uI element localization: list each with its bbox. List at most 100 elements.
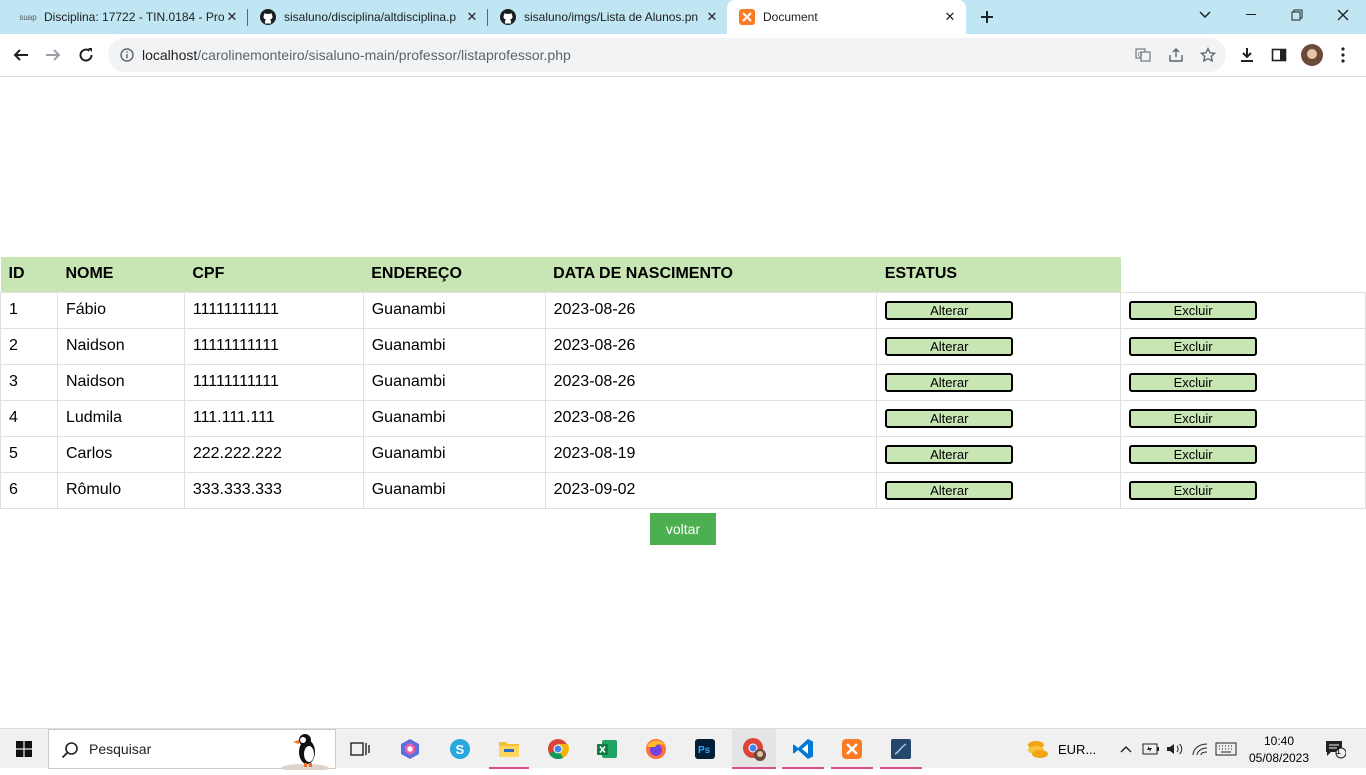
cell-alterar: Alterar — [876, 471, 1121, 509]
currency-icon — [1028, 741, 1048, 758]
alterar-button[interactable]: Alterar — [885, 408, 1014, 428]
table-row: 1 Fábio 11111111111 Guanambi 2023-08-26 Alter… — [0, 291, 1366, 328]
menu-dots-icon[interactable] — [1328, 40, 1358, 70]
alterar-button[interactable]: Alterar — [885, 480, 1014, 500]
xampp-icon — [739, 9, 755, 25]
chrome-profile-icon[interactable] — [732, 729, 776, 769]
cell-cpf: 222.222.222 — [183, 435, 364, 472]
reload-icon[interactable] — [71, 40, 101, 70]
cell-data-nascimento: 2023-08-26 — [544, 363, 877, 400]
cell-endereco: Guanambi — [362, 435, 546, 472]
task-view-icon[interactable] — [340, 729, 380, 769]
excluir-button[interactable]: Excluir — [1129, 300, 1258, 320]
notifications-icon[interactable]: 1 — [1320, 729, 1350, 769]
vscode-icon[interactable] — [782, 729, 824, 769]
excel-icon[interactable] — [587, 729, 627, 769]
excluir-button[interactable]: Excluir — [1129, 372, 1258, 392]
github-icon — [500, 9, 516, 25]
cell-cpf: 111.111.111 — [183, 399, 364, 436]
cell-cpf: 11111111111 — [183, 291, 364, 328]
volume-icon[interactable] — [1164, 729, 1186, 769]
tab-document[interactable]: Document ✕ — [727, 0, 966, 34]
close-tab-icon[interactable]: ✕ — [704, 9, 720, 25]
side-panel-icon[interactable] — [1264, 40, 1294, 70]
alterar-button[interactable]: Alterar — [885, 336, 1014, 356]
profile-avatar[interactable] — [1297, 40, 1327, 70]
header-cpf: CPF — [184, 257, 364, 292]
excluir-button[interactable]: Excluir — [1129, 336, 1258, 356]
cell-id: 1 — [0, 291, 58, 328]
alterar-button[interactable]: Alterar — [885, 444, 1014, 464]
chrome-icon[interactable] — [538, 729, 578, 769]
download-icon[interactable] — [1232, 40, 1262, 70]
alterar-button[interactable]: Alterar — [885, 372, 1014, 392]
excluir-button[interactable]: Excluir — [1129, 480, 1258, 500]
taskbar-search[interactable]: Pesquisar — [48, 729, 336, 772]
forward-arrow-icon[interactable] — [38, 40, 68, 70]
cell-endereco: Guanambi — [362, 363, 546, 400]
tab-title: sisaluno/imgs/Lista de Alunos.pn — [524, 10, 699, 24]
cell-nome: Fábio — [56, 291, 185, 328]
cell-nome: Naidson — [56, 363, 185, 400]
cell-excluir: Excluir — [1120, 291, 1366, 328]
bookmark-star-icon[interactable] — [1199, 46, 1217, 64]
tab-search-chevron-icon[interactable] — [1182, 0, 1228, 30]
xampp-taskbar-icon[interactable] — [831, 729, 873, 769]
cell-excluir: Excluir — [1120, 327, 1366, 364]
back-arrow-icon[interactable] — [6, 40, 36, 70]
header-estatus: ESTATUS — [876, 257, 1121, 292]
new-tab-button[interactable] — [977, 7, 997, 27]
running-indicator — [782, 767, 824, 769]
firefox-icon[interactable] — [636, 729, 676, 769]
excluir-button[interactable]: Excluir — [1129, 408, 1258, 428]
cell-cpf: 11111111111 — [183, 363, 364, 400]
tab-lista-alunos[interactable]: sisaluno/imgs/Lista de Alunos.pn ✕ — [488, 0, 728, 34]
close-tab-icon[interactable]: ✕ — [942, 9, 958, 25]
notification-count: 1 — [1336, 746, 1342, 756]
translate-icon[interactable]: G — [1134, 46, 1152, 64]
running-indicator — [732, 767, 776, 769]
close-tab-icon[interactable]: ✕ — [464, 9, 480, 25]
github-icon — [260, 9, 276, 25]
cell-data-nascimento: 2023-09-02 — [544, 471, 877, 509]
battery-icon[interactable] — [1140, 729, 1162, 769]
excluir-button[interactable]: Excluir — [1129, 444, 1258, 464]
cell-id: 4 — [0, 399, 58, 436]
browser-toolbar: localhost/carolinemonteiro/sisaluno-main… — [0, 34, 1366, 77]
table-header-row: ID NOME CPF ENDEREÇO DATA DE NASCIMENTO … — [0, 257, 1366, 292]
cell-cpf: 333.333.333 — [183, 471, 364, 509]
show-hidden-icons-chevron-icon[interactable] — [1116, 729, 1136, 769]
cell-nome: Ludmila — [56, 399, 185, 436]
voltar-button[interactable]: voltar — [650, 513, 716, 545]
skype-icon[interactable]: S — [440, 729, 480, 769]
windows-start-icon[interactable] — [0, 729, 48, 769]
cell-id: 2 — [0, 327, 58, 364]
restore-icon[interactable] — [1274, 0, 1320, 30]
search-placeholder: Pesquisar — [89, 741, 152, 757]
tab-altdisciplina[interactable]: sisaluno/disciplina/altdisciplina.p ✕ — [248, 0, 488, 34]
site-info-icon[interactable] — [118, 46, 136, 64]
cell-data-nascimento: 2023-08-26 — [544, 291, 877, 328]
clock[interactable]: 10:40 05/08/2023 — [1244, 729, 1314, 769]
weather-widget[interactable]: EUR... — [1026, 729, 1106, 769]
url-path: /carolinemonteiro/sisaluno-main/professo… — [197, 47, 571, 63]
close-window-icon[interactable] — [1320, 0, 1366, 30]
minimize-icon[interactable] — [1228, 0, 1274, 30]
share-icon[interactable] — [1167, 46, 1185, 64]
cell-nome: Rômulo — [56, 471, 185, 509]
table-row: 4 Ludmila 111.111.111 Guanambi 2023-08-26 Alt… — [0, 399, 1366, 436]
header-nome: NOME — [57, 257, 185, 292]
photoshop-icon[interactable]: Ps — [685, 729, 725, 769]
close-tab-icon[interactable]: ✕ — [224, 9, 240, 25]
alterar-button[interactable]: Alterar — [885, 300, 1014, 320]
address-bar[interactable]: localhost/carolinemonteiro/sisaluno-main… — [108, 38, 1226, 72]
wifi-icon[interactable] — [1188, 729, 1212, 769]
mysql-workbench-icon[interactable] — [880, 729, 922, 769]
keyboard-icon[interactable] — [1212, 729, 1240, 769]
clock-time: 10:40 — [1263, 733, 1295, 748]
puffin-search-highlight-icon — [277, 730, 333, 775]
tab-disciplina[interactable]: suap Disciplina: 17722 - TIN.0184 - Pro … — [8, 0, 248, 34]
microsoft365-icon[interactable] — [390, 729, 430, 769]
file-explorer-icon[interactable] — [489, 729, 529, 769]
svg-text:S: S — [456, 742, 465, 757]
